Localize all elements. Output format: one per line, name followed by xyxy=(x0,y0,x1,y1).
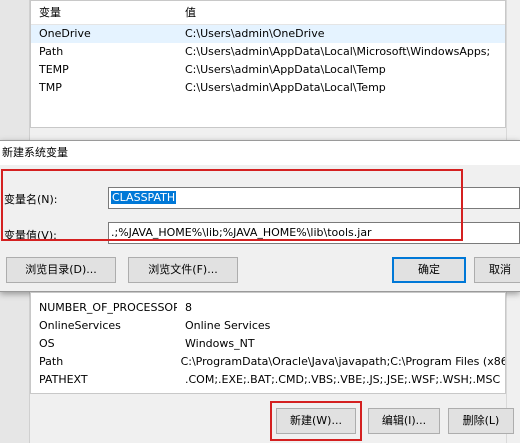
variable-value: C:\Users\admin\AppData\Local\Microsoft\W… xyxy=(185,45,491,58)
window-edge-right xyxy=(506,0,520,140)
variable-name: Path xyxy=(39,355,64,368)
variable-value-text: .;%JAVA_HOME%\lib;%JAVA_HOME%\lib\tools.… xyxy=(111,226,372,239)
window-edge-left-lower xyxy=(0,292,30,443)
variable-value: C:\Users\admin\OneDrive xyxy=(185,27,325,40)
variable-name: OS xyxy=(39,337,55,350)
variable-value: Windows_NT xyxy=(185,337,255,350)
list-header: 变量 值 xyxy=(31,1,505,25)
variable-value: Online Services xyxy=(185,319,271,332)
variable-name: TMP xyxy=(39,81,62,94)
new-system-variable-dialog: 新建系统变量 变量名(N): CLASSPATH 变量值(V): .;%JAVA… xyxy=(0,140,520,292)
variable-name-value: CLASSPATH xyxy=(111,191,177,204)
variable-name: NUMBER_OF_PROCESSORS xyxy=(39,301,177,314)
system-variables-list[interactable]: NUMBER_OF_PROCESSORS 8 OnlineServices On… xyxy=(30,292,506,394)
variable-value: C:\Users\admin\AppData\Local\Temp xyxy=(185,63,386,76)
variable-name: OneDrive xyxy=(39,27,91,40)
variable-value: 8 xyxy=(185,301,192,314)
variable-name-label: 变量名(N): xyxy=(4,193,58,206)
list-row[interactable]: NUMBER_OF_PROCESSORS 8 xyxy=(31,299,505,317)
variable-name: PATHEXT xyxy=(39,373,88,386)
list-row[interactable]: OS Windows_NT xyxy=(31,335,505,353)
variable-name-input[interactable]: CLASSPATH xyxy=(108,187,520,209)
ok-button[interactable]: 确定 xyxy=(392,257,466,283)
variable-name: Path xyxy=(39,45,64,58)
list-row[interactable]: Path C:\Users\admin\AppData\Local\Micros… xyxy=(31,43,505,61)
window-edge-left xyxy=(0,0,30,140)
delete-variable-button[interactable]: 删除(L) xyxy=(448,408,514,434)
variable-value: C:\ProgramData\Oracle\Java\javapath;C:\P… xyxy=(180,355,505,368)
variable-value-label: 变量值(V): xyxy=(4,229,57,242)
cancel-button[interactable]: 取消 xyxy=(474,257,520,283)
dialog-title: 新建系统变量 xyxy=(0,141,520,165)
variable-name: TEMP xyxy=(39,63,69,76)
edit-variable-button[interactable]: 编辑(I)... xyxy=(368,408,440,434)
list-row[interactable]: OnlineServices Online Services xyxy=(31,317,505,335)
list-row[interactable]: TEMP C:\Users\admin\AppData\Local\Temp xyxy=(31,61,505,79)
variable-value: C:\Users\admin\AppData\Local\Temp xyxy=(185,81,386,94)
list-row[interactable]: OneDrive C:\Users\admin\OneDrive xyxy=(31,25,505,43)
new-variable-button[interactable]: 新建(W)... xyxy=(276,408,356,434)
browse-directory-button[interactable]: 浏览目录(D)... xyxy=(6,257,116,283)
list-row[interactable]: TMP C:\Users\admin\AppData\Local\Temp xyxy=(31,79,505,97)
variable-name: OnlineServices xyxy=(39,319,121,332)
column-header-variable[interactable]: 变量 xyxy=(31,1,177,24)
variable-value-input[interactable]: .;%JAVA_HOME%\lib;%JAVA_HOME%\lib\tools.… xyxy=(108,222,520,244)
user-variables-list[interactable]: 变量 值 OneDrive C:\Users\admin\OneDrive Pa… xyxy=(30,0,506,128)
list-row[interactable]: PATHEXT .COM;.EXE;.BAT;.CMD;.VBS;.VBE;.J… xyxy=(31,371,505,389)
browse-file-button[interactable]: 浏览文件(F)... xyxy=(128,257,238,283)
column-header-value[interactable]: 值 xyxy=(177,1,196,24)
variable-value: .COM;.EXE;.BAT;.CMD;.VBS;.VBE;.JS;.JSE;.… xyxy=(185,373,501,386)
list-row[interactable]: Path C:\ProgramData\Oracle\Java\javapath… xyxy=(31,353,505,371)
